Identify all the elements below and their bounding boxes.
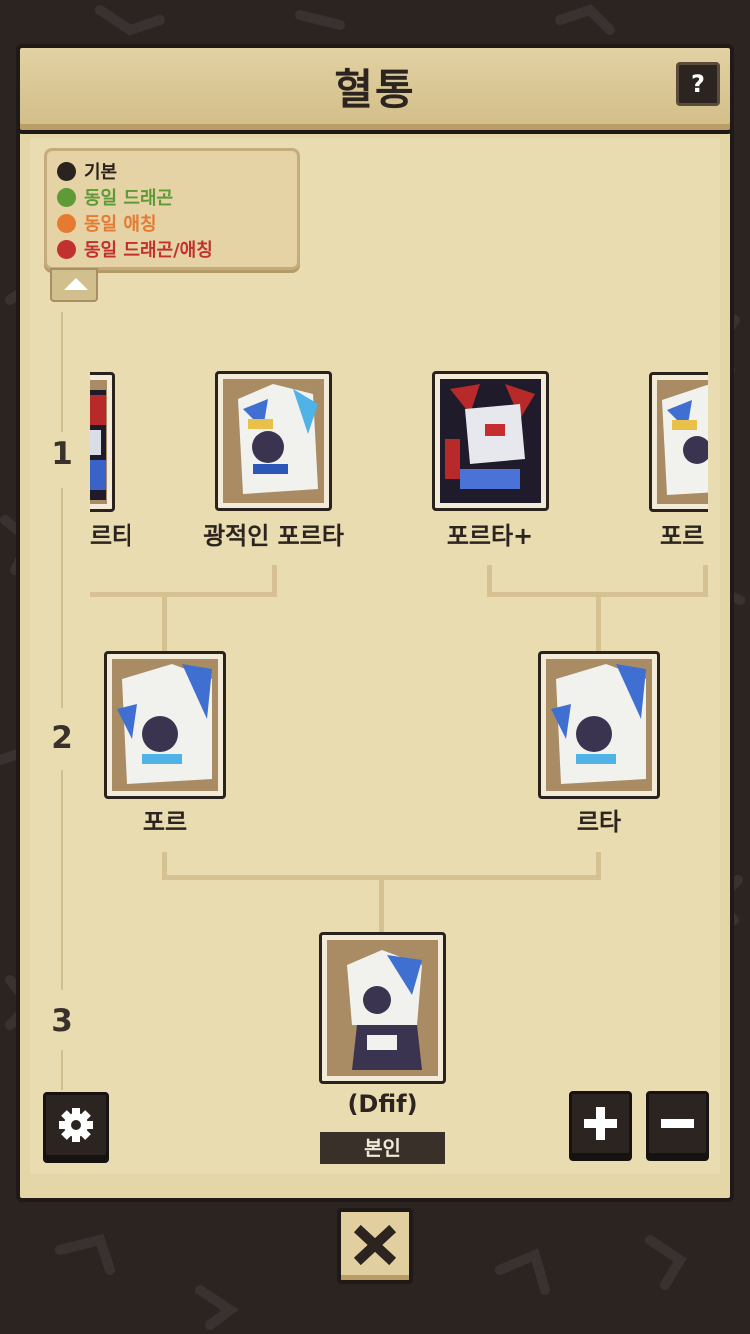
zoom-out-button[interactable] xyxy=(646,1091,709,1156)
legend-label: 동일 드래곤 xyxy=(84,188,174,209)
generation-axis xyxy=(61,488,63,708)
help-button[interactable]: ? xyxy=(676,62,720,106)
blue-white-dragon-icon xyxy=(223,379,324,503)
legend-collapse-button[interactable] xyxy=(50,268,98,302)
legend-item-same-both: 동일 드래곤/애칭 xyxy=(57,237,213,261)
dragon-card[interactable] xyxy=(90,372,115,512)
connector xyxy=(703,565,708,597)
dragon-name: 르타 xyxy=(576,808,622,836)
close-button[interactable] xyxy=(337,1208,413,1284)
dragon-card[interactable] xyxy=(104,651,226,799)
legend-dot xyxy=(57,161,76,181)
connector xyxy=(162,592,167,654)
dragon-card[interactable] xyxy=(538,651,660,799)
generation-label-3: 3 xyxy=(51,1003,73,1039)
blue-white-dragon-icon xyxy=(546,659,652,791)
dragon-name: 르타 xyxy=(90,522,130,550)
red-black-dragon-icon xyxy=(90,380,107,504)
connector xyxy=(379,875,384,933)
connector xyxy=(596,592,601,654)
dragon-name: 포르 xyxy=(660,522,705,550)
legend-label: 동일 드래곤/애칭 xyxy=(84,240,213,261)
legend-dot xyxy=(57,239,76,259)
connector xyxy=(90,592,277,597)
generation-axis xyxy=(61,1050,63,1090)
page-title: 혈통 xyxy=(334,65,416,114)
baby-dragon-icon xyxy=(327,940,438,1076)
settings-button[interactable] xyxy=(43,1092,109,1158)
generation-axis xyxy=(61,770,63,990)
legend-item-basic: 기본 xyxy=(57,159,117,183)
legend-label: 기본 xyxy=(84,162,118,183)
dragon-name: 포르타+ xyxy=(446,522,534,550)
legend-item-same-dragon: 동일 드래곤 xyxy=(57,185,173,209)
gear-icon xyxy=(59,1108,93,1142)
generation-axis xyxy=(61,312,63,432)
blue-white-dragon-icon xyxy=(112,659,218,791)
legend: 기본 동일 드래곤 동일 애칭 동일 드래곤/애칭 xyxy=(44,148,300,270)
legend-dot xyxy=(57,213,76,233)
generation-label-2: 2 xyxy=(51,720,73,756)
zoom-in-button[interactable] xyxy=(569,1091,632,1156)
dragon-name: 포르 xyxy=(142,808,188,836)
generation-label-1: 1 xyxy=(51,436,73,472)
blue-white-dragon-icon xyxy=(657,380,708,504)
self-badge: 본인 xyxy=(320,1132,445,1164)
legend-label: 동일 애칭 xyxy=(84,214,157,235)
dragon-name: 광적인 포르타 xyxy=(203,522,344,550)
plus-icon xyxy=(584,1107,617,1140)
dragon-card[interactable] xyxy=(215,371,332,511)
legend-dot xyxy=(57,187,76,207)
dragon-card[interactable] xyxy=(649,372,708,512)
red-black-dragon-icon xyxy=(440,379,541,503)
dragon-card-self[interactable] xyxy=(319,932,446,1084)
minus-icon xyxy=(661,1119,694,1128)
close-icon xyxy=(353,1224,397,1266)
legend-item-same-nickname: 동일 애칭 xyxy=(57,211,157,235)
dragon-card[interactable] xyxy=(432,371,549,511)
dragon-name-self: (Dfif) xyxy=(347,1090,418,1118)
